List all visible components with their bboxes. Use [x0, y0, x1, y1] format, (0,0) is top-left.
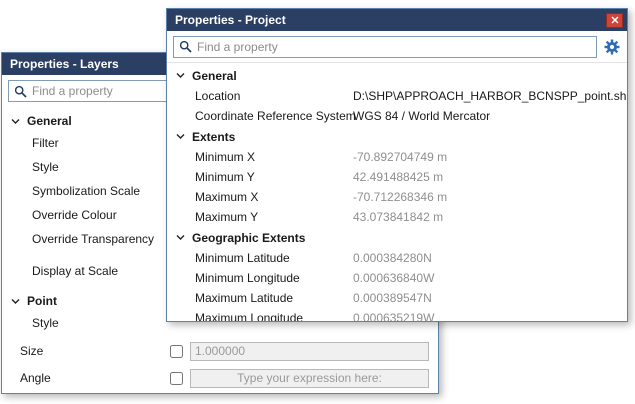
chevron-down-icon: [10, 296, 21, 307]
close-button[interactable]: [606, 13, 623, 28]
gear-icon[interactable]: [603, 38, 621, 56]
property-row-minimum-y[interactable]: Minimum Y 42.491488425 m: [167, 167, 627, 187]
chevron-down-icon: [175, 232, 186, 243]
property-row-minimum-latitude[interactable]: Minimum Latitude 0.000384280N: [167, 248, 627, 268]
property-row-coordinate-reference-system[interactable]: Coordinate Reference System WGS 84 / Wor…: [167, 106, 627, 126]
angle-checkbox[interactable]: [170, 372, 183, 385]
property-value: -70.712268346 m: [353, 190, 627, 204]
angle-row: Angle: [20, 367, 429, 389]
property-value: WGS 84 / World Mercator: [353, 109, 627, 123]
close-icon: [611, 16, 619, 24]
chevron-down-icon: [10, 116, 21, 127]
property-value: 0.000635219W: [353, 311, 627, 321]
property-label: Location: [195, 89, 353, 103]
project-section-extents[interactable]: Extents: [167, 126, 627, 147]
size-row: Size: [20, 340, 429, 362]
angle-input[interactable]: [190, 369, 429, 388]
project-search-input[interactable]: [197, 37, 591, 57]
property-value: 42.491488425 m: [353, 170, 627, 184]
property-value: D:\SHP\APPROACH_HARBOR_BCNSPP_point.shp: [353, 89, 627, 103]
section-label: Point: [27, 294, 57, 308]
property-row-maximum-longitude[interactable]: Maximum Longitude 0.000635219W: [167, 308, 627, 321]
screen: Properties - Layers General Filt: [0, 0, 635, 404]
property-value: 43.073841842 m: [353, 210, 627, 224]
section-label: General: [192, 69, 237, 83]
size-checkbox[interactable]: [170, 345, 183, 358]
chevron-down-icon: [175, 131, 186, 142]
property-label: Minimum Y: [195, 170, 353, 184]
property-row-minimum-longitude[interactable]: Minimum Longitude 0.000636840W: [167, 268, 627, 288]
property-row-maximum-latitude[interactable]: Maximum Latitude 0.000389547N: [167, 288, 627, 308]
property-label: Maximum X: [195, 190, 353, 204]
search-icon: [179, 40, 192, 53]
project-search-box[interactable]: [173, 36, 597, 58]
chevron-down-icon: [175, 70, 186, 81]
property-row-maximum-x[interactable]: Maximum X -70.712268346 m: [167, 187, 627, 207]
property-value: 0.000636840W: [353, 271, 627, 285]
project-search-toolbar: [167, 31, 627, 63]
section-label: General: [27, 114, 72, 128]
property-row-minimum-x[interactable]: Minimum X -70.892704749 m: [167, 147, 627, 167]
property-label: Coordinate Reference System: [195, 109, 353, 123]
project-section-general[interactable]: General: [167, 65, 627, 86]
project-properties-panel: Properties - Project: [166, 8, 628, 322]
property-row-location[interactable]: Location D:\SHP\APPROACH_HARBOR_BCNSPP_p…: [167, 86, 627, 106]
property-label: Minimum Latitude: [195, 251, 353, 265]
property-label: Minimum Longitude: [195, 271, 353, 285]
project-panel-title: Properties - Project: [175, 13, 286, 27]
property-row-maximum-y[interactable]: Maximum Y 43.073841842 m: [167, 207, 627, 227]
project-titlebar[interactable]: Properties - Project: [167, 9, 627, 31]
property-label: Maximum Y: [195, 210, 353, 224]
layers-panel-title: Properties - Layers: [10, 57, 119, 71]
project-tree: General Location D:\SHP\APPROACH_HARBOR_…: [167, 63, 627, 321]
property-label: Maximum Latitude: [195, 291, 353, 305]
property-value: 0.000389547N: [353, 291, 627, 305]
size-input[interactable]: [190, 342, 429, 361]
property-label: Maximum Longitude: [195, 311, 353, 321]
property-value: -70.892704749 m: [353, 150, 627, 164]
section-label: Geographic Extents: [192, 231, 305, 245]
search-icon: [14, 85, 27, 98]
angle-label: Angle: [20, 371, 163, 385]
section-label: Extents: [192, 130, 235, 144]
property-value: 0.000384280N: [353, 251, 627, 265]
property-label: Minimum X: [195, 150, 353, 164]
size-label: Size: [20, 344, 163, 358]
project-section-geographic-extents[interactable]: Geographic Extents: [167, 227, 627, 248]
